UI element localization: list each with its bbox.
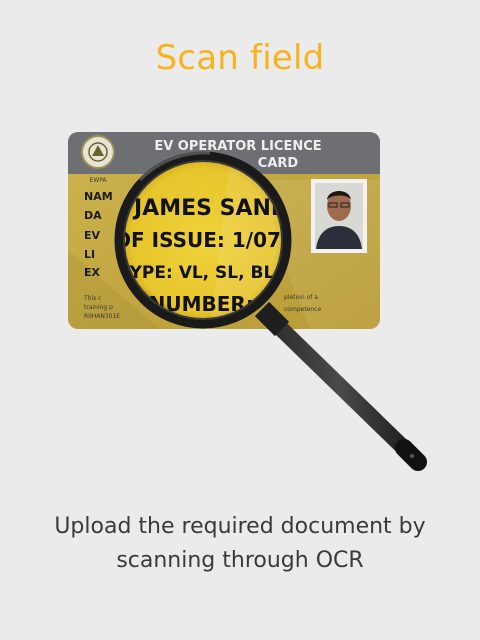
document-scan-illustration: EWPA EV OPERATOR LICENCE CARD NAM DA EV … [68,132,427,471]
card-footer-left-1: This c [83,295,101,302]
card-logo-text: EWPA [89,177,107,184]
card-label-licence: LI [84,248,95,261]
id-photo [311,179,367,253]
description-text: Upload the required document by scanning… [54,514,426,573]
page-title: Scan field [155,38,325,78]
card-label-expiry: EX [84,266,101,279]
card-label-name: NAM [84,190,113,203]
card-footer-right-1: pletion of a [284,294,318,301]
card-label-ev: EV [84,229,101,242]
card-logo-icon [81,135,115,169]
card-footer-left-2: training p [84,304,113,311]
card-footer-right-2: competence [284,306,321,313]
card-footer-left-3: RIIHAN301E [84,313,120,320]
card-heading-line2: CARD [258,156,299,171]
card-label-date: DA [84,209,102,222]
card-heading-line1: EV OPERATOR LICENCE [154,139,321,154]
